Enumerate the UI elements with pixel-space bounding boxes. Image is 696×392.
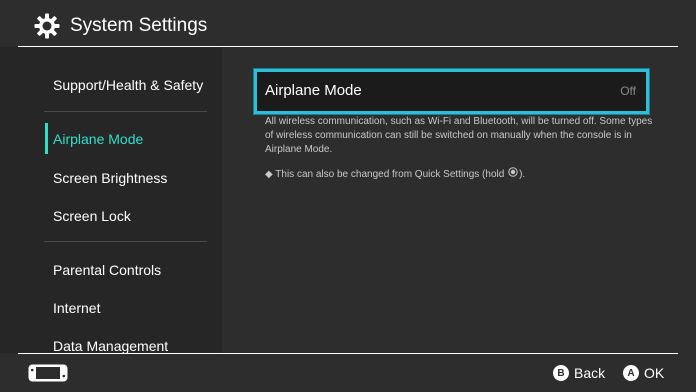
setting-label: Airplane Mode	[265, 82, 362, 99]
sidebar-item-data-management[interactable]: Data Management	[53, 338, 168, 353]
setting-value: Off	[620, 84, 636, 98]
a-button-icon: A	[623, 365, 639, 381]
note-text-end: ).	[519, 169, 526, 181]
gear-icon	[34, 13, 60, 39]
ok-button[interactable]: A OK	[623, 363, 664, 383]
b-button-icon: B	[553, 365, 569, 381]
selection-marker	[45, 123, 48, 154]
home-button-icon	[508, 167, 518, 182]
sidebar-item-support-health-safety[interactable]: Support/Health & Safety	[53, 77, 203, 93]
sidebar-divider	[44, 241, 207, 242]
note-text: ◆ This can also be changed from Quick Se…	[265, 169, 505, 181]
sidebar-divider	[44, 111, 207, 112]
footer: B Back A OK	[0, 354, 696, 392]
sidebar-item-parental-controls[interactable]: Parental Controls	[53, 262, 161, 278]
page-title: System Settings	[70, 15, 208, 36]
airplane-mode-setting[interactable]: Airplane Mode Off	[254, 69, 649, 114]
back-button[interactable]: B Back	[553, 363, 605, 383]
console-icon	[28, 364, 68, 382]
sidebar-item-internet[interactable]: Internet	[53, 300, 100, 316]
back-label: Back	[574, 365, 606, 381]
quick-settings-note: ◆ This can also be changed from Quick Se…	[265, 167, 655, 182]
sidebar: Support/Health & Safety Airplane Mode Sc…	[0, 47, 222, 353]
sidebar-item-airplane-mode[interactable]: Airplane Mode	[53, 131, 143, 147]
sidebar-item-screen-brightness[interactable]: Screen Brightness	[53, 170, 167, 186]
ok-label: OK	[644, 365, 665, 381]
sidebar-item-screen-lock[interactable]: Screen Lock	[53, 208, 131, 224]
main-panel: Airplane Mode Off All wireless communica…	[222, 47, 696, 353]
setting-description: All wireless communication, such as Wi-F…	[265, 116, 653, 155]
